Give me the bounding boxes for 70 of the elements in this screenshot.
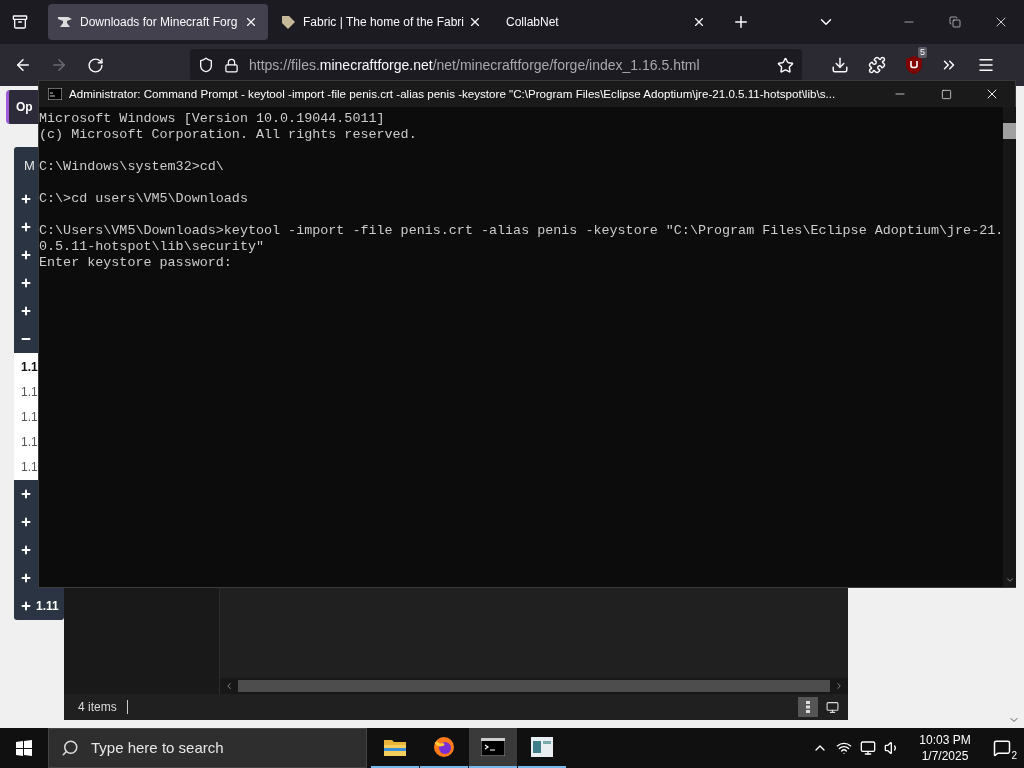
search-placeholder: Type here to search	[91, 737, 224, 758]
console-line: Enter keystore password:	[39, 255, 233, 271]
extension-button[interactable]: 5	[898, 49, 930, 81]
vertical-scrollbar[interactable]	[1003, 107, 1017, 587]
expand-icon[interactable]	[20, 516, 32, 528]
scroll-down-icon[interactable]	[1004, 575, 1015, 585]
tab-title: Downloads for Minecraft Forg	[80, 14, 236, 31]
folder-icon	[384, 738, 406, 756]
shield-icon[interactable]	[198, 57, 214, 73]
bookmark-star-icon[interactable]	[777, 56, 794, 74]
console-line: C:\Windows\system32>cd\	[39, 159, 225, 175]
expand-icon[interactable]	[20, 193, 32, 205]
window-title: Administrator: Command Prompt - keytool -import -file penis.crt -alias penis -keystore "C:\Program Files\Eclipse Adoptium\jre-21.0.5.11-hotspot\lib\s...	[69, 86, 836, 103]
expand-icon[interactable]	[20, 305, 32, 317]
sidebar-header: M	[24, 157, 35, 176]
item-count: 4 items	[78, 699, 117, 716]
browser-tab[interactable]: CollabNet	[496, 4, 716, 40]
horizontal-scrollbar[interactable]	[220, 678, 848, 694]
expand-icon[interactable]	[20, 221, 32, 233]
version-link[interactable]: 1.1	[14, 379, 38, 404]
shield-icon	[906, 56, 922, 74]
anvil-icon	[58, 17, 72, 27]
scroll-left-icon[interactable]	[224, 681, 234, 691]
count-badge: 5	[918, 47, 927, 58]
address-bar[interactable]: https://files.minecraftforge.net/net/minecraftforge/forge/index_1.16.5.html	[190, 49, 802, 81]
network-icon[interactable]	[836, 740, 852, 756]
console-line: Microsoft Windows [Version 10.0.19044.5011]	[39, 111, 386, 127]
browser-tab[interactable]: Downloads for Minecraft Forg	[48, 4, 268, 40]
date-text: 1/7/2025	[921, 748, 969, 764]
search-icon	[61, 739, 79, 757]
console-line: 0.5.11-hotspot\lib\security"	[39, 239, 265, 255]
console-line: (c) Microsoft Corporation. All rights reserved.	[39, 127, 418, 143]
open-button[interactable]: Op	[6, 90, 38, 124]
tab-title: CollabNet	[506, 14, 560, 31]
version-link[interactable]: 1.1	[14, 404, 38, 429]
version-link[interactable]: 1.1	[14, 454, 38, 479]
browser-tab[interactable]: Fabric | The home of the Fabri	[272, 4, 492, 40]
taskbar-app[interactable]	[469, 728, 517, 768]
expand-icon[interactable]	[20, 600, 32, 612]
firefox-icon	[433, 736, 455, 758]
expand-icon[interactable]	[20, 488, 32, 500]
expand-icon[interactable]	[20, 277, 32, 289]
close-icon[interactable]	[244, 15, 258, 29]
terminal-icon	[481, 738, 505, 756]
notifications-button[interactable]: 2	[980, 728, 1024, 768]
expand-icon[interactable]	[20, 544, 32, 556]
lock-icon[interactable]	[224, 57, 239, 73]
scroll-right-icon[interactable]	[834, 681, 844, 691]
url-text: https://files.minecraftforge.net/net/minecraftforge/forge/index_1.16.5.html	[249, 55, 700, 75]
time-text: 10:03 PM	[919, 732, 971, 748]
close-icon[interactable]	[468, 15, 482, 29]
message-icon	[993, 739, 1011, 757]
console-line: C:\>cd users\VM5\Downloads	[39, 191, 249, 207]
window-icon	[531, 737, 553, 757]
console-icon	[48, 88, 62, 100]
close-icon[interactable]	[692, 15, 706, 29]
search-field[interactable]: Type here to search	[48, 728, 367, 768]
expand-icon[interactable]	[20, 572, 32, 584]
clock[interactable]: 10:03 PM 1/7/2025	[910, 732, 980, 764]
tag-icon	[282, 15, 295, 29]
version-link[interactable]: 1.1	[14, 354, 38, 379]
version-group[interactable]: 1.11	[14, 592, 64, 620]
version-label: 1.11	[36, 598, 59, 615]
count-badge: 2	[1009, 750, 1019, 762]
display-icon[interactable]	[860, 740, 876, 756]
expand-icon[interactable]	[20, 249, 32, 261]
scrollbar-thumb[interactable]	[1003, 123, 1017, 139]
console-line: C:\Users\VM5\Downloads>keytool -import -file penis.crt -alias penis -keystore "C:\Program Files\Eclipse Adoptium\jre-21.	[39, 223, 1004, 239]
details-view-icon[interactable]	[798, 697, 818, 717]
version-link[interactable]: 1.1	[14, 429, 38, 454]
